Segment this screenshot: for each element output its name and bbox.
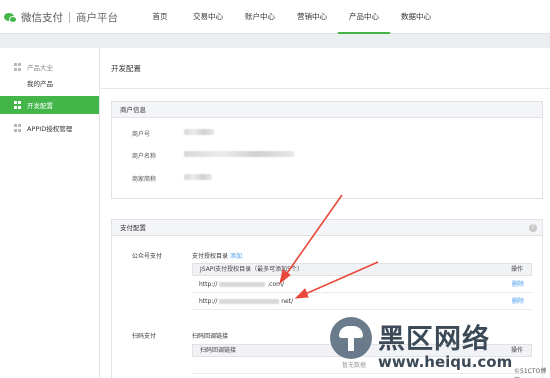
wechat-pay-icon <box>4 12 18 24</box>
panel-title-text: 支付配置 <box>120 224 146 232</box>
top-bar: 微信支付 商户平台 首页 交易中心 账户中心 营销中心 产品中心 数据中心 <box>0 0 550 34</box>
table-header-dir: JSAPI支付授权目录（最多可添加5个） <box>200 266 303 273</box>
watermark: 黑区网络 www.heiqu.com ©51CTO博客 <box>330 315 550 378</box>
field-label-short-name: 商家简称 <box>132 176 157 183</box>
grid-icon <box>14 63 22 71</box>
nav-marketing-center[interactable]: 营销中心 <box>286 0 338 34</box>
table-header-op: 操作 <box>510 266 523 273</box>
delete-link[interactable]: 删除 <box>512 276 524 293</box>
sidebar-group-products[interactable]: 产品大全 <box>14 62 53 72</box>
page-title: 开发配置 <box>111 64 141 73</box>
sidebar-item-dev-config[interactable]: 开发配置 <box>0 96 99 114</box>
url-suffix: net/ <box>281 298 294 305</box>
table-header-callback: 扫码回调链接 <box>200 347 237 354</box>
panel-title: 商户信息 <box>112 102 542 118</box>
panel-title: 支付配置 ? <box>112 220 542 236</box>
mp-pay-label: 公众号支付 <box>132 253 163 260</box>
nav-trade-center[interactable]: 交易中心 <box>182 0 234 34</box>
field-label-merchant-name: 商户名称 <box>132 153 157 160</box>
help-icon[interactable]: ? <box>529 224 537 232</box>
sidebar: 产品大全 我的产品 开发配置 APPID授权管理 <box>0 48 100 378</box>
field-label-merchant-id: 商户号 <box>132 131 151 138</box>
scan-pay-label: 扫码支付 <box>132 333 157 340</box>
watermark-url: www.heiqu.com <box>378 353 513 371</box>
scan-callback-label: 扫码回调链接 <box>192 333 229 340</box>
nav-product-center[interactable]: 产品中心 <box>338 0 390 34</box>
merchant-name-value <box>184 151 294 157</box>
brand-subtitle: 商户平台 <box>76 12 118 24</box>
sidebar-item-label: APPID授权管理 <box>27 125 73 133</box>
sidebar-item-my-products[interactable]: 我的产品 <box>27 78 53 88</box>
main-nav: 首页 交易中心 账户中心 营销中心 产品中心 数据中心 <box>138 0 442 34</box>
header-separator <box>0 34 550 48</box>
nav-account-center[interactable]: 账户中心 <box>234 0 286 34</box>
nav-home[interactable]: 首页 <box>138 0 182 34</box>
grid-icon <box>14 101 22 109</box>
sidebar-group-label: 产品大全 <box>27 64 53 72</box>
merchant-id-value <box>184 129 214 135</box>
add-dir-link[interactable]: 添加 <box>230 251 242 260</box>
brand-name: 微信支付 <box>21 12 63 24</box>
short-name-value <box>184 174 212 180</box>
sidebar-item-label: 开发配置 <box>27 102 53 110</box>
brand-divider <box>69 12 70 23</box>
watermark-small: ©51CTO博客 <box>514 368 547 378</box>
mushroom-logo-icon <box>330 317 372 359</box>
delete-link[interactable]: 删除 <box>512 293 524 310</box>
table-header: JSAPI支付授权目录（最多可添加5个） 操作 <box>192 263 532 276</box>
title-divider <box>101 88 550 89</box>
pay-dir-label: 支付授权目录 <box>192 253 229 260</box>
url-prefix: http:// <box>199 298 218 305</box>
table-row: http:// .com/ 删除 <box>192 276 532 293</box>
dir-url-cell: http:// .com/ <box>199 276 284 293</box>
sidebar-item-appid-auth[interactable]: APPID授权管理 <box>14 123 72 133</box>
grid-icon <box>14 124 22 132</box>
url-prefix: http:// <box>199 281 218 288</box>
masked-domain <box>219 282 266 287</box>
nav-data-center[interactable]: 数据中心 <box>390 0 442 34</box>
watermark-title: 黑区网络 <box>378 324 490 355</box>
table-row: http:// net/ 删除 <box>192 293 532 310</box>
masked-domain <box>219 299 280 304</box>
url-suffix: .com/ <box>267 281 284 288</box>
merchant-info-panel: 商户信息 商户号 商户名称 商家简称 <box>111 101 543 199</box>
dir-url-cell: http:// net/ <box>199 293 293 310</box>
brand-logo[interactable]: 微信支付 商户平台 <box>4 10 118 25</box>
